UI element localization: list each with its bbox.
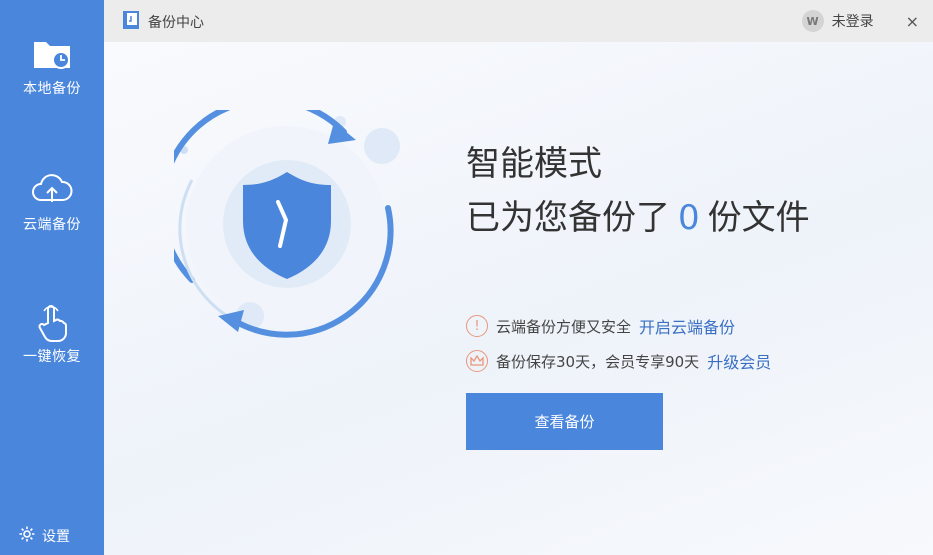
gear-icon bbox=[18, 525, 36, 547]
backup-count-suffix: 份文件 bbox=[707, 198, 810, 238]
window-title-group: 备份中心 bbox=[122, 10, 204, 34]
sidebar-item-label: 一键恢复 bbox=[23, 349, 81, 365]
enable-cloud-backup-link[interactable]: 开启云端备份 bbox=[639, 314, 735, 338]
mode-title: 智能模式 bbox=[466, 144, 602, 184]
view-backup-button[interactable]: 查看备份 bbox=[466, 393, 663, 450]
exclamation-icon: ! bbox=[466, 315, 488, 337]
backup-count-prefix: 已为您备份了 bbox=[466, 198, 670, 238]
backup-summary: 智能模式 已为您备份了 0 份文件 bbox=[466, 140, 810, 242]
backup-app-icon bbox=[122, 10, 140, 34]
sidebar: 本地备份 云端备份 一键恢复 设置 bbox=[0, 0, 104, 555]
cloud-backup-tip-text: 云端备份方便又安全 bbox=[496, 317, 632, 336]
settings-label: 设置 bbox=[42, 529, 70, 545]
sidebar-item-one-click-restore[interactable]: 一键恢复 bbox=[0, 300, 104, 366]
cloud-upload-icon bbox=[30, 168, 74, 212]
sidebar-item-label: 云端备份 bbox=[23, 217, 81, 233]
login-status-link[interactable]: 未登录 bbox=[832, 11, 874, 31]
membership-tip-text: 备份保存30天，会员专享90天 bbox=[496, 352, 700, 371]
backup-count-value: 0 bbox=[678, 198, 700, 238]
sidebar-item-local-backup[interactable]: 本地备份 bbox=[0, 32, 104, 98]
membership-tip: 备份保存30天，会员专享90天 升级会员 bbox=[466, 349, 771, 373]
window-title: 备份中心 bbox=[148, 15, 204, 31]
settings-button[interactable]: 设置 bbox=[18, 525, 70, 547]
hand-pointer-icon bbox=[30, 300, 74, 344]
folder-clock-icon bbox=[30, 32, 74, 76]
close-icon[interactable]: × bbox=[906, 12, 919, 31]
title-bar: 备份中心 W 未登录 × bbox=[104, 0, 933, 42]
shield-illustration bbox=[158, 96, 404, 340]
avatar[interactable]: W bbox=[801, 10, 824, 32]
upgrade-membership-link[interactable]: 升级会员 bbox=[707, 349, 771, 373]
sidebar-item-cloud-backup[interactable]: 云端备份 bbox=[0, 168, 104, 234]
main-panel: 智能模式 已为您备份了 0 份文件 ! 云端备份方便又安全 开启云端备份 备份保存3… bbox=[104, 42, 933, 555]
user-area: W 未登录 × bbox=[801, 10, 919, 32]
crown-icon bbox=[466, 350, 488, 372]
backup-count-line: 已为您备份了 0 份文件 bbox=[466, 194, 810, 242]
sidebar-item-label: 本地备份 bbox=[23, 81, 81, 97]
cloud-backup-tip: ! 云端备份方便又安全 开启云端备份 bbox=[466, 314, 735, 338]
